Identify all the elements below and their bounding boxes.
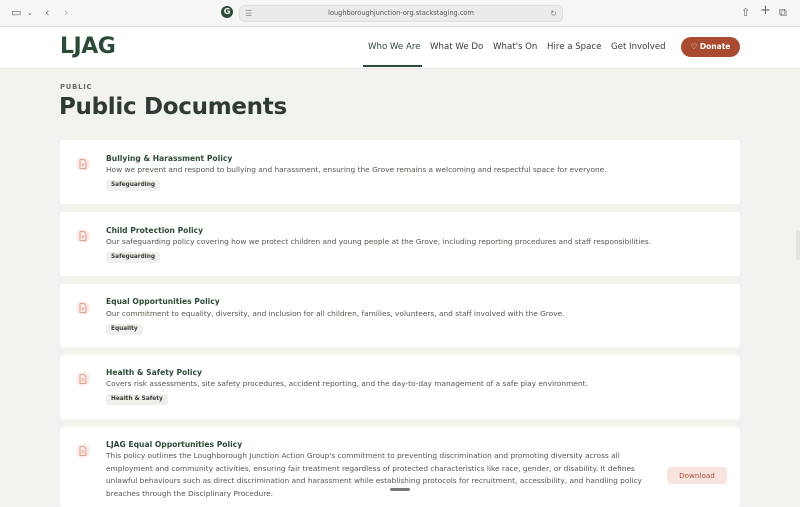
scroll-indicator[interactable]: [390, 488, 410, 491]
chevron-down-icon[interactable]: ⌄: [27, 6, 33, 20]
document-title[interactable]: Health & Safety Policy: [106, 368, 202, 377]
donate-button[interactable]: ♡ Donate: [681, 37, 740, 57]
page-title: Public Documents: [59, 94, 287, 120]
document-card[interactable]: Health & Safety Policy Covers risk asses…: [60, 355, 740, 419]
nav-active-indicator: [363, 65, 422, 67]
document-description: Our commitment to equality, diversity, a…: [106, 309, 565, 318]
edge-handle: [796, 230, 800, 260]
document-icon: [76, 229, 90, 243]
document-tag: Health & Safety: [106, 394, 168, 405]
reload-icon[interactable]: ↻: [550, 7, 557, 20]
nav-get-involved[interactable]: Get Involved: [611, 42, 666, 52]
page-eyebrow: PUBLIC: [60, 83, 93, 91]
download-button[interactable]: Download: [667, 467, 727, 484]
address-bar-url: loughboroughjunction-org.stackstaging.co…: [328, 9, 474, 17]
browser-toolbar: ▭ ⌄ ‹ › G ☰ loughboroughjunction-org.sta…: [0, 0, 800, 27]
nav-what-we-do[interactable]: What We Do: [430, 42, 483, 52]
new-tab-icon[interactable]: +: [760, 4, 771, 18]
document-card[interactable]: LJAG Equal Opportunities Policy This pol…: [60, 427, 740, 507]
nav-hire-a-space[interactable]: Hire a Space: [547, 42, 601, 52]
document-card[interactable]: Bullying & Harassment Policy How we prev…: [60, 140, 740, 204]
document-description: This policy outlines the Loughborough Ju…: [106, 451, 642, 498]
address-bar[interactable]: ☰ loughboroughjunction-org.stackstaging.…: [239, 5, 563, 22]
document-tag: Safeguarding: [106, 252, 161, 263]
document-tag: Equality: [106, 324, 143, 335]
document-card[interactable]: Equal Opportunities Policy Our commitmen…: [60, 284, 740, 347]
nav-who-we-are[interactable]: Who We Are: [368, 42, 420, 52]
document-tag: Safeguarding: [106, 180, 161, 191]
tab-overview-icon[interactable]: ⧉: [779, 6, 787, 20]
document-icon: [76, 444, 90, 458]
site-logo[interactable]: LJAG: [60, 34, 116, 59]
document-description: Our safeguarding policy covering how we …: [106, 237, 652, 246]
forward-icon[interactable]: ›: [64, 6, 68, 20]
sidebar-toggle-icon[interactable]: ▭: [11, 6, 21, 20]
document-icon: [76, 301, 90, 315]
document-description: Covers risk assessments, site safety pro…: [106, 379, 588, 388]
document-icon: [76, 157, 90, 171]
document-description: How we prevent and respond to bullying a…: [106, 165, 607, 174]
site-header: LJAG Who We Are What We Do What's On Hir…: [0, 27, 800, 69]
document-card[interactable]: Child Protection Policy Our safeguarding…: [60, 212, 740, 276]
document-title[interactable]: Child Protection Policy: [106, 226, 203, 235]
document-title[interactable]: LJAG Equal Opportunities Policy: [106, 440, 242, 449]
back-icon[interactable]: ‹: [45, 6, 49, 20]
document-title[interactable]: Bullying & Harassment Policy: [106, 154, 232, 163]
share-icon[interactable]: ⇧: [741, 6, 750, 20]
document-title[interactable]: Equal Opportunities Policy: [106, 297, 220, 306]
site-favicon-icon: G: [221, 6, 233, 18]
document-icon: [76, 372, 90, 386]
nav-whats-on[interactable]: What's On: [493, 42, 537, 52]
